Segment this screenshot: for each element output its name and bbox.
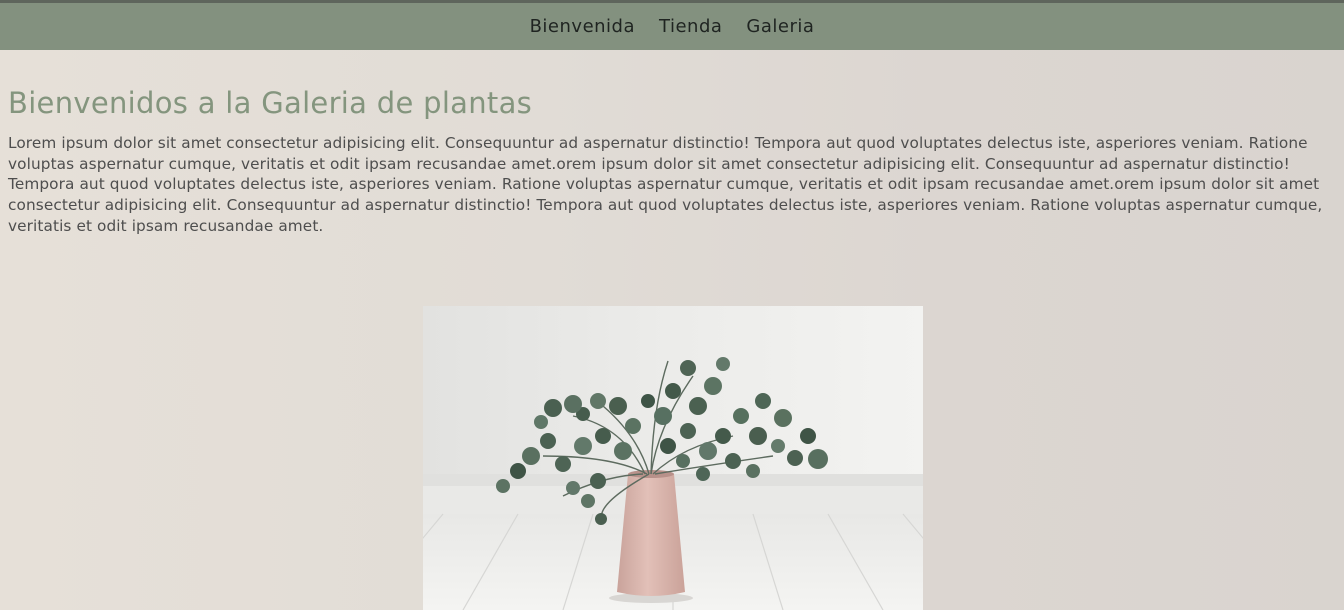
intro-paragraph: Lorem ipsum dolor sit amet consectetur a… [8, 134, 1323, 235]
page-title: Bienvenidos a la Galeria de plantas [8, 86, 533, 120]
nav-link-tienda[interactable]: Tienda [659, 16, 722, 37]
plant-photo [423, 306, 923, 610]
nav-link-bienvenida[interactable]: Bienvenida [530, 16, 635, 37]
nav-link-galeria[interactable]: Galeria [746, 16, 814, 37]
main-navbar: Bienvenida Tienda Galeria [0, 3, 1344, 50]
